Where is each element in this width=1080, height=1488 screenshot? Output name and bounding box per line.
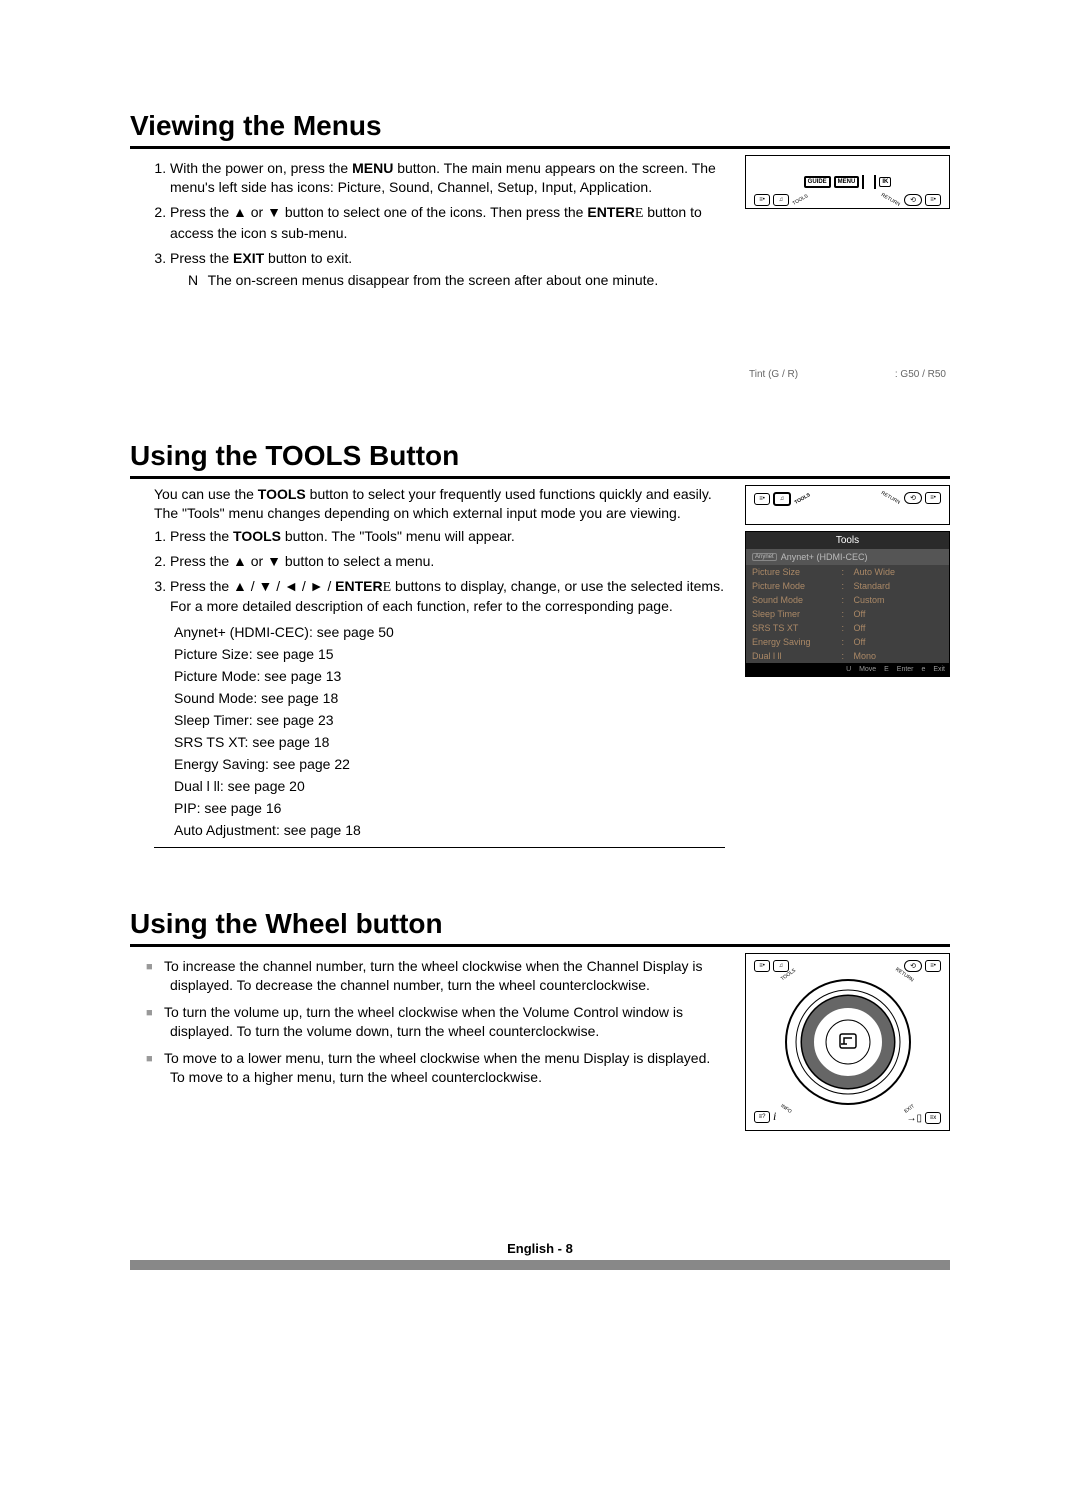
return-icon: ⟲ [904,492,922,504]
music-icon: ♫ [773,194,789,206]
section3-body: To increase the channel number, turn the… [130,953,725,1131]
tint-caption: Tint (G / R) : G50 / R50 [745,369,950,380]
tools-label: TOOLS [792,193,810,207]
ref-item: Sound Mode: see page 18 [174,688,725,709]
page: Viewing the Menus With the power on, pre… [0,0,1080,1330]
ref-item: Picture Mode: see page 13 [174,666,725,687]
menu-button-icon: MENU [834,176,860,188]
return-label: RETURN [880,192,901,208]
return-label: RETURN [880,490,901,506]
wheel-icon [758,964,938,1120]
step: Press the ▲ or ▼ button to select a menu… [170,552,725,571]
section2-figure: ≡• ♫ TOOLS RETURN ⟲ ≡• Tools Anynet Anyn… [745,485,950,848]
section2-body: You can use the TOOLS button to select y… [130,485,725,848]
section3-figure: ≡• ♫ TOOLS ⟲ ≡• RETURN ≡? i INFO [745,953,950,1131]
anynet-tag: Anynet [752,553,777,561]
tools-menu-panel: Tools Anynet Anynet+ (HDMI-CEC) Picture … [745,531,950,677]
small-icon: ≡• [754,194,770,206]
tools-row: Sound Mode:Custom [746,593,949,607]
small-icon: ≡• [925,194,941,206]
note: N The on-screen menus disappear from the… [188,271,725,290]
remote-diagram: ≡• ♫ TOOLS RETURN ⟲ ≡• [745,485,950,525]
step: Press the ▲ / ▼ / ◄ / ► / ENTERE buttons… [170,577,725,617]
bullet: To increase the channel number, turn the… [170,957,725,995]
section-title: Viewing the Menus [130,110,950,149]
bullet: To move to a lower menu, turn the wheel … [170,1049,725,1087]
section-title: Using the TOOLS Button [130,440,950,479]
tools-panel-highlight: Anynet Anynet+ (HDMI-CEC) [746,549,949,565]
return-icon: ⟲ [904,960,922,972]
bullet: To turn the volume up, turn the wheel cl… [170,1003,725,1041]
ref-item: Dual l ll: see page 20 [174,776,725,797]
section1-figure: GUIDE MENU IK ≡• ♫ TOOLS RETURN ⟲ ≡• [745,155,950,380]
tools-label: TOOLS [794,492,812,506]
ik-button-icon: IK [879,177,891,187]
tools-row: Picture Size:Auto Wide [746,565,949,579]
ref-item: Picture Size: see page 15 [174,644,725,665]
ref-item: Energy Saving: see page 22 [174,754,725,775]
info-icon: i [773,1109,776,1124]
small-icon: ≡x [925,1112,941,1124]
tools-row: SRS TS XT:Off [746,621,949,635]
ref-item: PIP: see page 16 [174,798,725,819]
small-icon: ≡? [754,1111,770,1123]
tools-panel-title: Tools [746,532,949,549]
ref-item: Sleep Timer: see page 23 [174,710,725,731]
section1-body: With the power on, press the MENU button… [130,155,725,380]
remote-wheel-diagram: ≡• ♫ TOOLS ⟲ ≡• RETURN ≡? i INFO [745,953,950,1131]
small-icon: ≡• [925,492,941,504]
tools-panel-footer: U Move E Enter e Exit [746,663,949,676]
step: Press the EXIT button to exit. N The on-… [170,249,725,291]
tools-row: Energy Saving:Off [746,635,949,649]
tools-refs: Anynet+ (HDMI-CEC): see page 50 Picture … [174,622,725,841]
tools-row: Dual l ll:Mono [746,649,949,663]
power-icon [862,175,876,189]
page-footer: English - 8 [130,1241,950,1256]
ref-item: Auto Adjustment: see page 18 [174,820,725,841]
ref-item: Anynet+ (HDMI-CEC): see page 50 [174,622,725,643]
small-icon: ≡• [754,960,770,972]
step: Press the TOOLS button. The "Tools" menu… [170,527,725,546]
return-icon: ⟲ [904,194,922,206]
step: With the power on, press the MENU button… [170,159,725,197]
section-wheel-button: Using the Wheel button To increase the c… [130,908,950,1131]
section-tools-button: Using the TOOLS Button You can use the T… [130,440,950,848]
ref-item: SRS TS XT: see page 18 [174,732,725,753]
tools-row: Picture Mode:Standard [746,579,949,593]
music-icon: ♫ [773,492,791,506]
remote-diagram: GUIDE MENU IK ≡• ♫ TOOLS RETURN ⟲ ≡• [745,155,950,209]
small-icon: ≡• [925,960,941,972]
section-title: Using the Wheel button [130,908,950,947]
tools-row: Sleep Timer:Off [746,607,949,621]
guide-button-icon: GUIDE [804,176,831,188]
footer-rule [130,1260,950,1270]
section-viewing-menus: Viewing the Menus With the power on, pre… [130,110,950,380]
step: Press the ▲ or ▼ button to select one of… [170,203,725,243]
small-icon: ≡• [754,493,770,505]
music-icon: ♫ [773,960,789,972]
exit-arrow-icon: →▯ [906,1113,922,1124]
